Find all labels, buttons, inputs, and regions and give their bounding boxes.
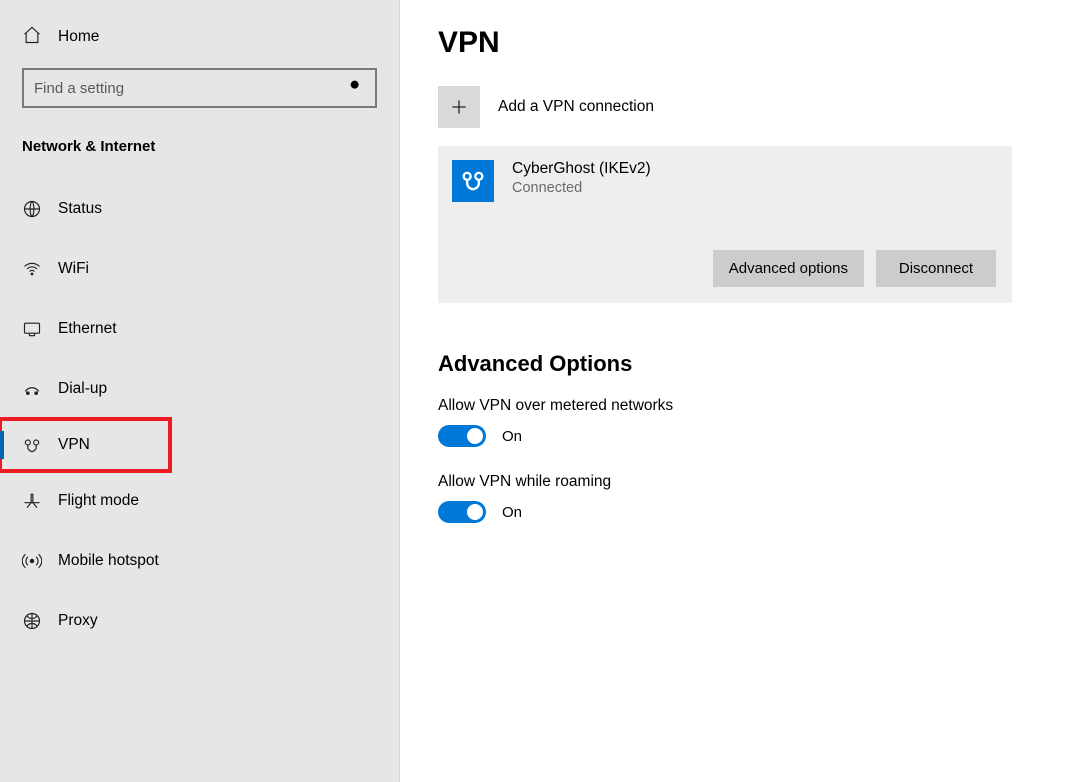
toggle-roaming-state: On — [502, 504, 522, 521]
add-vpn-button[interactable]: Add a VPN connection — [438, 86, 1040, 128]
sidebar-item-label: Dial-up — [58, 380, 107, 398]
sidebar-item-wifi[interactable]: WiFi — [0, 239, 399, 299]
sidebar-item-vpn[interactable]: VPN — [0, 419, 170, 471]
ethernet-icon — [22, 319, 58, 339]
disconnect-button[interactable]: Disconnect — [876, 250, 996, 287]
wifi-icon — [22, 259, 58, 279]
toggle-roaming-group: Allow VPN while roaming On — [438, 473, 1040, 523]
sidebar-item-proxy[interactable]: Proxy — [0, 591, 399, 651]
sidebar-item-hotspot[interactable]: Mobile hotspot — [0, 531, 399, 591]
airplane-icon — [22, 491, 58, 511]
dialup-icon — [22, 379, 58, 399]
sidebar-item-label: Status — [58, 200, 102, 218]
vpn-connection-status: Connected — [512, 180, 651, 196]
plus-icon — [438, 86, 480, 128]
add-vpn-label: Add a VPN connection — [498, 98, 654, 116]
page-title: VPN — [438, 26, 1040, 60]
advanced-options-title: Advanced Options — [438, 351, 1040, 377]
sidebar-home[interactable]: Home — [22, 14, 377, 60]
toggle-metered[interactable] — [438, 425, 486, 447]
advanced-options-button[interactable]: Advanced options — [713, 250, 864, 287]
search-icon — [347, 78, 365, 98]
home-label: Home — [58, 28, 99, 46]
sidebar-category: Network & Internet — [22, 138, 377, 155]
sidebar-item-label: Flight mode — [58, 492, 139, 510]
toggle-roaming-label: Allow VPN while roaming — [438, 473, 1040, 491]
toggle-roaming[interactable] — [438, 501, 486, 523]
sidebar-item-flight[interactable]: Flight mode — [0, 471, 399, 531]
search-box[interactable] — [22, 68, 377, 108]
globe-icon — [22, 199, 58, 219]
sidebar-item-label: Proxy — [58, 612, 98, 630]
sidebar-item-label: WiFi — [58, 260, 89, 278]
hotspot-icon — [22, 551, 58, 571]
vpn-connection-card[interactable]: CyberGhost (IKEv2) Connected Advanced op… — [438, 146, 1012, 303]
vpn-icon — [22, 435, 58, 455]
sidebar: Home Network & Internet Status WiFi — [0, 0, 400, 782]
search-input[interactable] — [34, 80, 347, 97]
sidebar-item-label: Ethernet — [58, 320, 117, 338]
toggle-metered-label: Allow VPN over metered networks — [438, 397, 1040, 415]
main-panel: VPN Add a VPN connection CyberGhost (IKE… — [400, 0, 1078, 782]
vpn-connection-icon — [452, 160, 494, 202]
sidebar-item-dialup[interactable]: Dial-up — [0, 359, 399, 419]
sidebar-item-label: Mobile hotspot — [58, 552, 159, 570]
sidebar-item-label: VPN — [58, 436, 90, 454]
toggle-metered-state: On — [502, 428, 522, 445]
vpn-connection-name: CyberGhost (IKEv2) — [512, 160, 651, 178]
home-icon — [22, 25, 58, 49]
sidebar-item-ethernet[interactable]: Ethernet — [0, 299, 399, 359]
proxy-icon — [22, 611, 58, 631]
toggle-metered-group: Allow VPN over metered networks On — [438, 397, 1040, 447]
sidebar-item-status[interactable]: Status — [0, 179, 399, 239]
sidebar-nav: Status WiFi Ethernet Dial-up VPN — [0, 165, 399, 651]
